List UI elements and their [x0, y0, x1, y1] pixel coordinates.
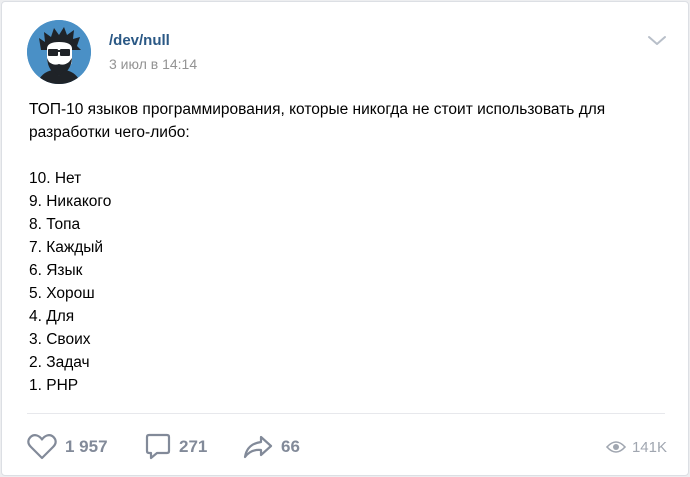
comments-count: 271 — [179, 437, 208, 456]
post-text-line: 5. Хорош — [29, 285, 95, 302]
post-text-line: 7. Каждый — [29, 239, 104, 256]
avatar[interactable] — [27, 20, 91, 84]
share-button[interactable]: 66 — [243, 432, 300, 462]
likes-count: 1 957 — [65, 437, 108, 456]
post-actions-bar: 1 957 271 66 141K — [27, 432, 667, 462]
views-counter: 141K — [605, 432, 667, 462]
eye-icon — [605, 441, 626, 453]
post-menu-button[interactable] — [647, 34, 667, 48]
avatar-image — [27, 20, 91, 84]
views-count: 141K — [631, 438, 667, 456]
post-text-line: 8. Топа — [29, 216, 81, 233]
post-text-line: ТОП-10 языков программирования, которые … — [29, 101, 606, 118]
post-text-line: 3. Своих — [29, 331, 91, 348]
author-name-link[interactable]: /dev/null — [109, 32, 170, 49]
post-text-line: разработки чего-либо: — [29, 124, 190, 141]
post-text-line: 9. Никакого — [29, 193, 112, 210]
actions-divider — [27, 413, 665, 414]
post-text-line — [29, 144, 669, 167]
share-arrow-icon — [243, 435, 273, 459]
comment-button[interactable]: 271 — [145, 432, 207, 462]
post-text: ТОП-10 языков программирования, которые … — [29, 98, 669, 397]
shares-count: 66 — [281, 437, 300, 456]
post-text-line: 2. Задач — [29, 354, 90, 371]
post-date[interactable]: 3 июл в 14:14 — [109, 56, 197, 72]
chevron-down-icon — [648, 36, 666, 45]
post-text-line: 1. PHP — [29, 377, 79, 394]
comment-icon — [145, 433, 171, 460]
post-text-line: 6. Язык — [29, 262, 83, 279]
heart-icon — [27, 434, 57, 460]
post-card: /dev/null 3 июл в 14:14 ТОП-10 языков пр… — [1, 1, 689, 476]
post-text-line: 4. Для — [29, 308, 75, 325]
post-text-line: 10. Нет — [29, 170, 82, 187]
post-header: /dev/null 3 июл в 14:14 — [27, 20, 667, 86]
like-button[interactable]: 1 957 — [27, 432, 108, 462]
